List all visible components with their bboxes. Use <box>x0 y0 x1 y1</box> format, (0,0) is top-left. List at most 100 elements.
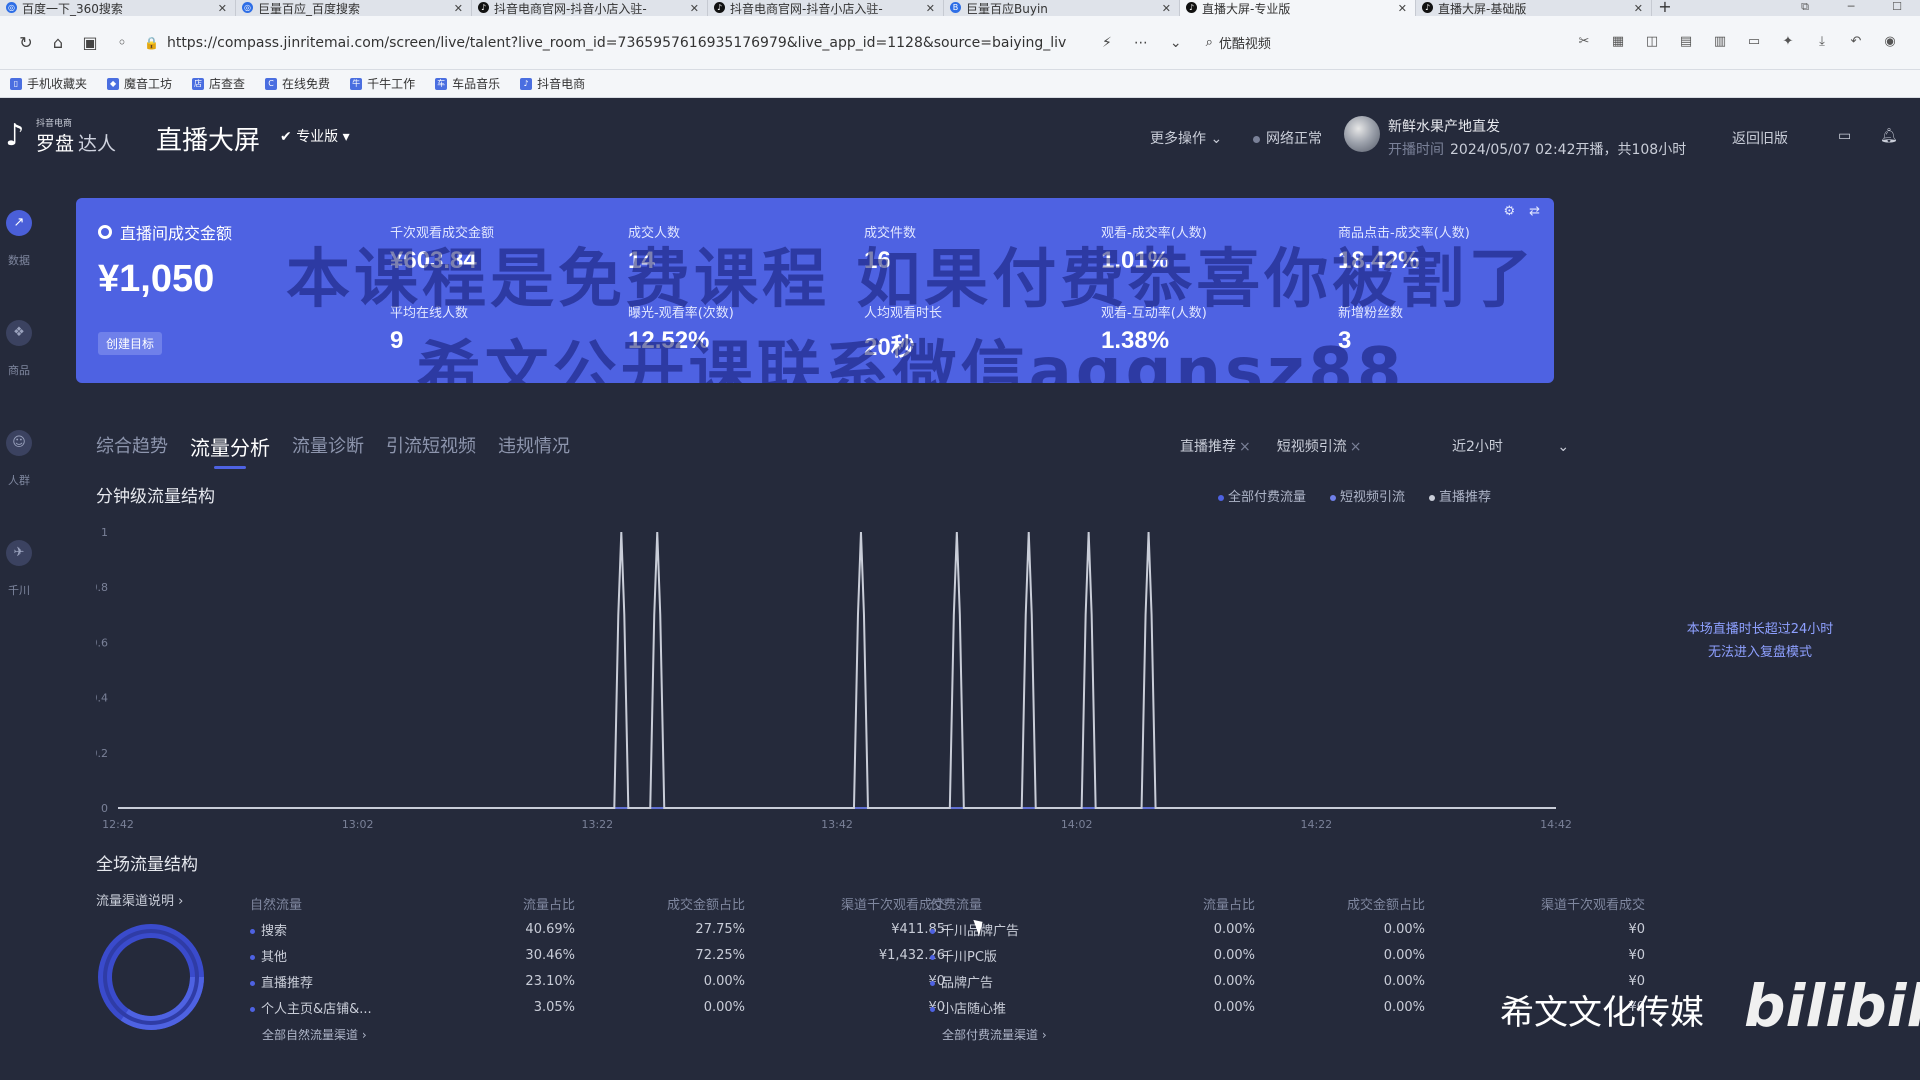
table-header: 自然流量 流量占比 成交金额占比 渠道千次观看成交 <box>250 890 945 916</box>
logo-sub: 抖音电商 <box>36 119 73 129</box>
create-target-button[interactable]: 创建目标 <box>98 332 163 355</box>
extension-icon[interactable]: ▣ <box>74 33 106 52</box>
bookmark-item[interactable]: C 在线免费 <box>265 75 330 92</box>
edition-selector[interactable]: ✔ 专业版 ▾ <box>276 126 354 146</box>
bookmark-item[interactable]: 车车品音乐 <box>435 75 500 92</box>
sidebar-item-qianchuan[interactable]: ✈ 千川 <box>0 530 38 640</box>
undo-icon[interactable]: ↶ <box>1846 32 1866 52</box>
scissors-icon[interactable]: ✂ <box>1574 32 1594 52</box>
tab-title: 巨量百应Buyin <box>966 1 1048 16</box>
puzzle-icon[interactable]: ✦ <box>1778 32 1798 52</box>
tab-close-icon[interactable]: ✕ <box>454 2 463 15</box>
tab-title: 百度一下_360搜索 <box>22 1 123 16</box>
tab-close-icon[interactable]: ✕ <box>218 2 227 15</box>
bookmark-label: 魔音工坊 <box>124 77 173 91</box>
y-tick-label: 0.2 <box>96 747 108 760</box>
kpi-metric: 观看-互动率(人数) 1.38% <box>1101 302 1321 355</box>
mic-icon[interactable]: ◦ <box>106 33 138 52</box>
legend-item[interactable]: 直播推荐 <box>1429 486 1491 505</box>
search-box[interactable]: ⌕ 优酷视频 <box>1206 33 1271 52</box>
user-icon[interactable]: ◉ <box>1880 32 1900 52</box>
chevron-down-icon[interactable]: ⌄ <box>1170 35 1182 51</box>
doc-icon[interactable]: ▤ <box>1676 32 1696 52</box>
all-natural-channels-link[interactable]: 全部自然流量渠道 › <box>262 1026 945 1043</box>
kpi-main-label: 直播间成交金额 <box>98 220 232 244</box>
legend-item[interactable]: 短视频引流 <box>1330 486 1405 505</box>
more-icon[interactable]: ⋯ <box>1134 35 1148 51</box>
screen-icon[interactable]: ▭ <box>1744 32 1764 52</box>
browser-tab[interactable]: ♪ 抖音电商官网-抖音小店入驻- ✕ <box>472 0 708 16</box>
time-range-select[interactable]: 近2小时 ⌄ <box>1452 436 1569 456</box>
bookmark-item[interactable]: 牛千牛工作 <box>350 75 415 92</box>
tab-overall-trend[interactable]: 综合趋势 <box>96 432 168 469</box>
more-ops-dropdown[interactable]: 更多操作 ⌄ <box>1150 128 1222 148</box>
sidebar-item-data[interactable]: ↗ 数据 <box>0 200 38 310</box>
table-row: 其他 30.46% 72.25% ¥1,432.26 <box>250 942 945 968</box>
translate-icon[interactable]: ▦ <box>1608 32 1628 52</box>
tab-close-icon[interactable]: ✕ <box>1162 2 1171 15</box>
browser-tab-active[interactable]: ♪ 直播大屏-专业版 ✕ <box>1180 0 1416 16</box>
app-icon[interactable]: ▥ <box>1710 32 1730 52</box>
sidebar-item-people[interactable]: ☺ 人群 <box>0 420 38 530</box>
swap-icon[interactable]: ⇄ <box>1529 204 1540 219</box>
table-cell: 0.00% <box>1383 973 1425 989</box>
lightning-icon[interactable]: ⚡ <box>1102 35 1112 51</box>
home-icon[interactable]: ⌂ <box>42 33 74 52</box>
download-icon[interactable]: ⤓ <box>1812 32 1832 52</box>
legend-item[interactable]: 全部付费流量 <box>1218 486 1306 505</box>
window-maximize-icon[interactable]: ☐ <box>1874 0 1920 16</box>
close-icon[interactable]: × <box>1350 439 1362 455</box>
browser-tab[interactable]: ◎ 巨量百应_百度搜索 ✕ <box>236 0 472 16</box>
bookmark-item[interactable]: ◆ 魔音工坊 <box>107 75 172 92</box>
tab-close-icon[interactable]: ✕ <box>1634 2 1643 15</box>
address-bar: ↻ ⌂ ▣ ◦ 🔒 https://compass.jinritemai.com… <box>0 16 1920 70</box>
table-cell: 0.00% <box>1383 947 1425 963</box>
tab-short-video[interactable]: 引流短视频 <box>386 432 476 469</box>
settings-icon[interactable]: ⚙ <box>1503 204 1515 219</box>
filter-chip[interactable]: 短视频引流 × <box>1277 436 1362 456</box>
bookmark-item[interactable]: 店店查查 <box>192 75 245 92</box>
tab-flow-diagnosis[interactable]: 流量诊断 <box>292 432 364 469</box>
back-old-version-link[interactable]: 返回旧版 <box>1732 128 1788 148</box>
url-text[interactable]: https://compass.jinritemai.com/screen/li… <box>167 35 1067 51</box>
game-icon[interactable]: ◫ <box>1642 32 1662 52</box>
browser-tab[interactable]: ♪ 抖音电商官网-抖音小店入驻- ✕ <box>708 0 944 16</box>
table-header-cell: 渠道千次观看成交 <box>1540 897 1645 913</box>
bullet-icon <box>250 954 255 960</box>
bullet-icon <box>930 1006 935 1012</box>
channel-note-link[interactable]: 流量渠道说明 › <box>96 890 183 909</box>
more-label: 全部付费流量渠道 <box>942 1028 1039 1042</box>
kpi-metric: 平均在线人数 9 <box>390 302 610 355</box>
browser-tab[interactable]: ◎ 百度一下_360搜索 ✕ <box>0 0 236 16</box>
table-cell: 千川PC版 <box>930 946 1080 965</box>
tab-close-icon[interactable]: ✕ <box>1398 2 1407 15</box>
feedback-icon[interactable]: ▭ <box>1838 128 1851 144</box>
tab-flow-analysis[interactable]: 流量分析 <box>190 432 270 469</box>
filter-chip[interactable]: 直播推荐 × <box>1180 436 1251 456</box>
bookmark-favicon-icon: ♪ <box>520 77 533 90</box>
bell-icon[interactable]: 🔔︎ <box>1880 128 1898 144</box>
close-icon[interactable]: × <box>1239 439 1251 455</box>
tab-close-icon[interactable]: ✕ <box>690 2 699 15</box>
bookmark-item[interactable]: ♪ 抖音电商 <box>520 75 585 92</box>
window-minimize-icon[interactable]: ─ <box>1828 0 1874 16</box>
bookmark-item[interactable]: ▯ 手机收藏夹 <box>10 75 87 92</box>
shop-name: 新鲜水果产地直发 <box>1388 119 1500 135</box>
browser-tab[interactable]: B 巨量百应Buyin ✕ <box>944 0 1180 16</box>
logo-role: 达人 <box>78 133 117 155</box>
tab-violations[interactable]: 违规情况 <box>498 432 570 469</box>
logo[interactable]: ♪ 抖音电商 罗盘 达人 <box>0 116 116 156</box>
avatar[interactable] <box>1344 116 1380 152</box>
table-row: 千川品牌广告 0.00% 0.00% ¥0 <box>930 916 1645 942</box>
reload-icon[interactable]: ↻ <box>10 33 42 52</box>
browser-tab[interactable]: ♪ 直播大屏-基础版 ✕ <box>1416 0 1652 16</box>
series-line <box>118 531 1556 809</box>
app-header: ♪ 抖音电商 罗盘 达人 直播大屏 ✔ 专业版 ▾ 更多操作 ⌄ 网络正常 新鲜水… <box>0 98 1920 178</box>
filter-label: 短视频引流 <box>1276 439 1347 455</box>
kpi-metric-label: 曝光-观看率(次数) <box>628 306 734 321</box>
sidebar-item-goods[interactable]: ❖ 商品 <box>0 310 38 420</box>
url-field[interactable]: 🔒 https://compass.jinritemai.com/screen/… <box>144 28 1084 58</box>
tab-close-icon[interactable]: ✕ <box>926 2 935 15</box>
window-pin-icon[interactable]: ⧉ <box>1782 0 1828 16</box>
new-tab-icon[interactable]: + <box>1652 0 1678 16</box>
